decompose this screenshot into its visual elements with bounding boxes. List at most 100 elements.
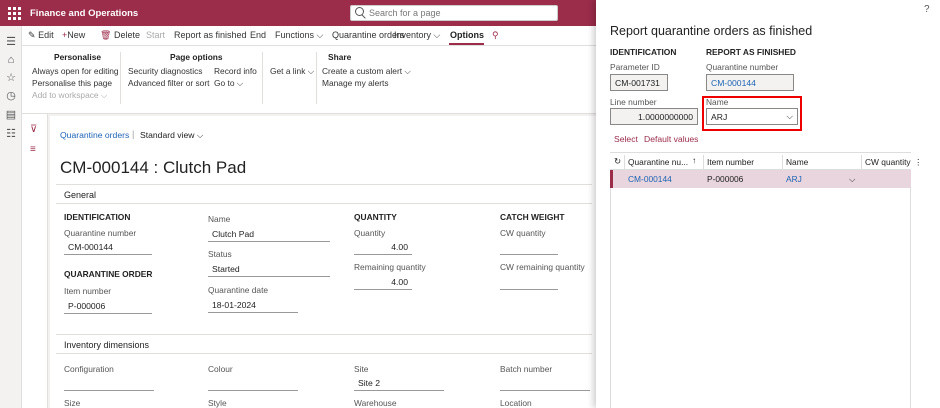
quarantine-number-label: Quarantine number: [64, 228, 137, 238]
identification-heading: IDENTIFICATION: [64, 212, 131, 222]
search-icon[interactable]: ⚲: [492, 30, 499, 41]
personalise-this-page[interactable]: Personalise this page: [32, 78, 112, 88]
configuration-label: Configuration: [64, 364, 114, 374]
parameter-id-label: Parameter ID: [610, 62, 660, 72]
location-label: Location: [500, 398, 532, 408]
row-quarantine-number[interactable]: CM-000144: [628, 174, 672, 184]
app-launcher-icon[interactable]: [7, 6, 21, 20]
go-to-menu[interactable]: Go to ⌵: [214, 78, 243, 89]
site-label: Site: [354, 364, 369, 374]
search-input[interactable]: Search for a page: [350, 5, 558, 21]
record-info[interactable]: Record info: [214, 66, 257, 76]
recent-icon[interactable]: ◷: [5, 90, 17, 102]
column-header-cw-quantity[interactable]: CW quantity: [865, 157, 911, 167]
name-dropdown[interactable]: ARJ ⌵: [706, 108, 798, 125]
options-ribbon: Personalise Always open for editing Pers…: [22, 46, 596, 114]
help-icon[interactable]: ?: [924, 4, 930, 15]
column-header-name[interactable]: Name: [786, 157, 808, 167]
quarantine-order-heading: QUARANTINE ORDER: [64, 269, 153, 279]
name-field[interactable]: Clutch Pad: [208, 229, 330, 242]
breadcrumb-separator: |: [132, 129, 135, 139]
end-button[interactable]: End: [250, 30, 266, 40]
parameter-id-field[interactable]: CM-001731: [610, 74, 668, 91]
action-bar: ✎ Edit +New 🗑 Delete Start Report as fin…: [22, 26, 596, 46]
identification-heading: IDENTIFICATION: [610, 47, 677, 57]
breadcrumb[interactable]: Quarantine orders: [60, 130, 129, 140]
grid-header: ↻ Quarantine nu... ↑ Item number Name CW…: [610, 152, 922, 170]
site-field[interactable]: Site 2: [354, 378, 444, 391]
chevron-down-icon[interactable]: ⌵: [849, 174, 855, 185]
chevron-down-icon: ⌵: [786, 111, 793, 121]
filter-rail: ⊽ ≡: [22, 114, 48, 408]
pencil-icon: ✎: [28, 30, 36, 40]
inventory-menu[interactable]: Inventory ⌵: [394, 30, 440, 41]
create-custom-alert[interactable]: Create a custom alert ⌵: [322, 66, 411, 77]
selected-tab-indicator: [449, 43, 484, 45]
app-title[interactable]: Finance and Operations: [30, 8, 138, 19]
modules-icon[interactable]: ☷: [5, 128, 17, 140]
column-header-quarantine-number[interactable]: Quarantine nu...: [628, 157, 688, 167]
quantity-label: Quantity: [354, 228, 386, 238]
row-name[interactable]: ARJ: [786, 174, 802, 184]
column-header-item-number[interactable]: Item number: [707, 157, 754, 167]
refresh-icon[interactable]: ↻: [614, 156, 621, 166]
add-to-workspace[interactable]: Add to workspace ⌵: [32, 90, 107, 101]
cw-quantity-field[interactable]: [500, 242, 558, 255]
quantity-heading: QUANTITY: [354, 212, 397, 222]
favorites-icon[interactable]: ☆: [5, 72, 17, 84]
report-as-finished-heading: REPORT AS FINISHED: [706, 47, 796, 57]
view-selector[interactable]: Standard view ⌵: [140, 130, 203, 141]
home-icon[interactable]: ⌂: [5, 54, 17, 66]
general-section-header[interactable]: General: [56, 184, 592, 204]
quantity-field[interactable]: 4.00: [354, 242, 412, 255]
quarantine-number-field[interactable]: CM-000144: [64, 242, 152, 255]
get-a-link-menu[interactable]: Get a link ⌵: [270, 66, 314, 77]
configuration-field[interactable]: [64, 378, 154, 391]
item-number-field[interactable]: P-000006: [64, 301, 152, 314]
cw-remaining-quantity-field[interactable]: [500, 277, 558, 290]
hamburger-icon[interactable]: ☰: [5, 36, 17, 48]
start-button[interactable]: Start: [146, 30, 165, 40]
cw-remaining-quantity-label: CW remaining quantity: [500, 262, 585, 272]
name-label: Name: [706, 97, 729, 107]
colour-field[interactable]: [208, 378, 298, 391]
functions-menu[interactable]: Functions ⌵: [275, 30, 323, 41]
divider: [262, 52, 263, 104]
advanced-filter-or-sort[interactable]: Advanced filter or sort: [128, 78, 209, 88]
security-diagnostics[interactable]: Security diagnostics: [128, 66, 202, 76]
batch-number-field[interactable]: [500, 378, 590, 391]
list-icon[interactable]: ≡: [30, 144, 36, 155]
always-open-for-editing[interactable]: Always open for editing: [32, 66, 119, 76]
page-title: CM-000144 : Clutch Pad: [60, 158, 247, 177]
new-button[interactable]: +New: [62, 30, 85, 40]
name-label: Name: [208, 214, 231, 224]
workspaces-icon[interactable]: ▤: [5, 109, 17, 121]
filter-icon[interactable]: ⊽: [30, 124, 37, 135]
section-title: Inventory dimensions: [64, 340, 150, 350]
cw-quantity-label: CW quantity: [500, 228, 546, 238]
row-item-number[interactable]: P-000006: [707, 174, 743, 184]
quarantine-date-field[interactable]: 18-01-2024: [208, 300, 298, 313]
section-title: General: [64, 190, 97, 200]
report-as-finished-button[interactable]: Report as finished: [174, 30, 247, 40]
sort-arrow-icon: ↑: [692, 155, 697, 165]
status-field[interactable]: Started: [208, 264, 330, 277]
column-options-icon[interactable]: ⋮: [914, 157, 922, 167]
style-label: Style: [208, 398, 227, 408]
select-button[interactable]: Select: [614, 134, 638, 144]
quarantine-number-label: Quarantine number: [706, 62, 779, 72]
line-number-field[interactable]: 1.0000000000: [610, 108, 698, 125]
tab-options[interactable]: Options: [450, 30, 484, 40]
default-values-button[interactable]: Default values: [644, 134, 698, 144]
manage-my-alerts[interactable]: Manage my alerts: [322, 78, 389, 88]
remaining-quantity-field[interactable]: 4.00: [354, 277, 412, 290]
inventory-dimensions-section-header[interactable]: Inventory dimensions: [56, 334, 592, 354]
quarantine-number-field[interactable]: CM-000144: [706, 74, 794, 91]
delete-button[interactable]: 🗑 Delete: [100, 30, 140, 41]
edit-button[interactable]: ✎ Edit: [28, 30, 54, 41]
catch-weight-heading: CATCH WEIGHT: [500, 212, 565, 222]
trash-icon: 🗑: [100, 30, 112, 40]
line-number-label: Line number: [610, 97, 657, 107]
grid-row[interactable]: CM-000144 P-000006 ARJ ⌵: [610, 170, 911, 188]
quarantine-date-label: Quarantine date: [208, 285, 269, 295]
